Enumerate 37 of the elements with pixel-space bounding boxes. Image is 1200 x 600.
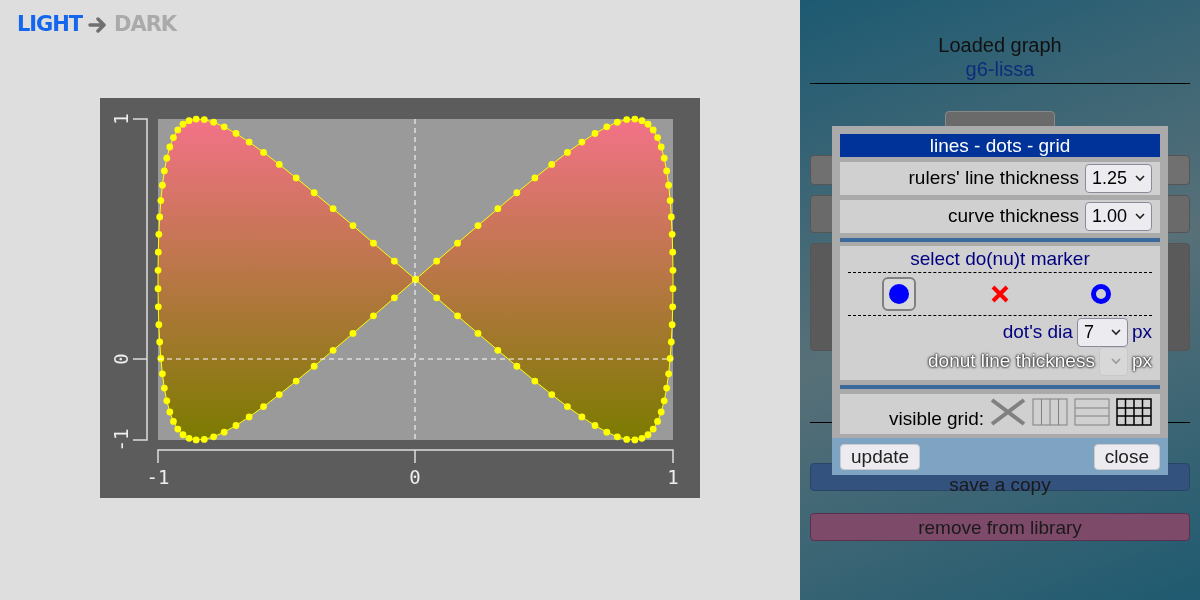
tick-label: -1: [110, 428, 132, 452]
tick-label: -1: [146, 466, 170, 488]
dropdown[interactable]: 7: [1076, 318, 1128, 347]
tick-label: 1: [110, 113, 132, 125]
marker-option[interactable]: [881, 277, 916, 311]
unit-label: px: [1131, 349, 1152, 374]
unit-label: px: [1131, 320, 1152, 345]
dropdown[interactable]: 1.00: [1085, 202, 1152, 231]
field-label: curve thickness: [948, 204, 1079, 229]
vertical-grid-icon[interactable]: [1032, 398, 1068, 426]
no-grid-icon[interactable]: [990, 398, 1026, 426]
dialog-button[interactable]: update: [840, 443, 921, 470]
chevron-icon: [1110, 329, 1121, 336]
arrow-icon: [88, 17, 109, 33]
field-label: rulers' line thickness: [908, 166, 1079, 191]
field-label: visible grid:: [888, 408, 984, 430]
dialog-button[interactable]: close: [1093, 443, 1160, 470]
section-title: select do(nu)t marker: [909, 247, 1091, 271]
field-label: donut line thickness: [928, 349, 1095, 374]
full-grid-icon[interactable]: [1116, 398, 1152, 426]
dropdown[interactable]: 1.25: [1085, 164, 1152, 193]
tick-label: 0: [110, 353, 132, 365]
chevron-icon: [1110, 358, 1121, 365]
chevron-icon: [1135, 175, 1145, 182]
panel-heading: Loaded graph: [938, 33, 1062, 57]
dot-marker-icon: [888, 284, 909, 304]
tick-label: 0: [409, 466, 421, 488]
horizontal-grid-icon[interactable]: [1074, 398, 1110, 426]
graph-name: g6-lissa: [965, 57, 1035, 81]
field-label: dot's dia: [1002, 320, 1073, 345]
mode-toggle[interactable]: LIGHT: [17, 9, 83, 41]
cross-marker-icon: [991, 285, 1009, 303]
donut-marker-icon: [1091, 284, 1112, 304]
chevron-icon: [1135, 213, 1145, 220]
dropdown[interactable]: [1098, 347, 1128, 376]
dialog-title: lines - dots - grid: [840, 134, 1160, 157]
tick-label: 1: [667, 466, 679, 488]
